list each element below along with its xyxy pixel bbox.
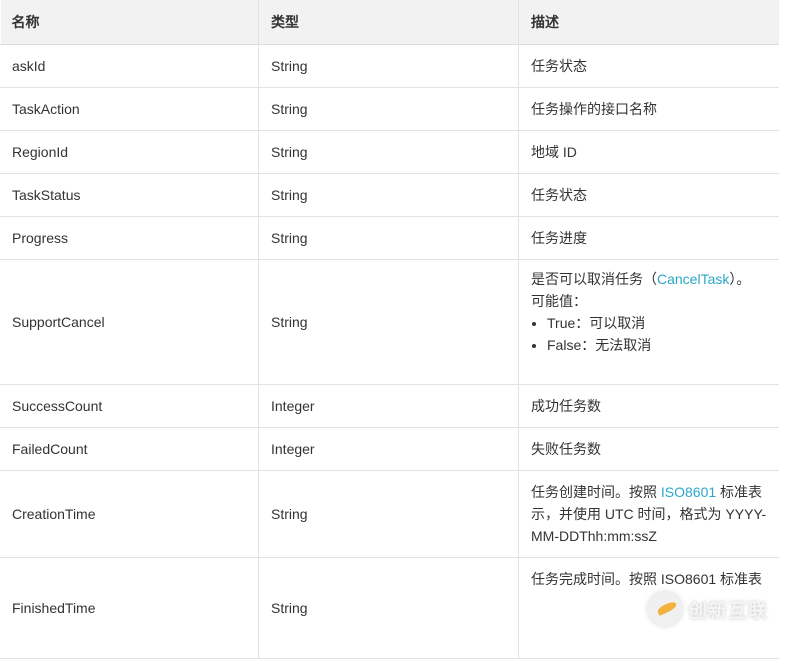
table-row: TaskAction String 任务操作的接口名称: [0, 87, 779, 131]
param-desc: 失败任务数: [518, 427, 779, 471]
param-type: String: [258, 87, 519, 131]
param-desc: 是否可以取消任务（CancelTask）。 可能值： True：可以取消Fals…: [518, 259, 779, 385]
param-type: Integer: [258, 384, 519, 428]
cancel-task-link[interactable]: CancelTask: [657, 271, 729, 287]
param-name: CreationTime: [0, 470, 259, 558]
header-type: 类型: [258, 0, 519, 45]
table-row: FailedCount Integer 失败任务数: [0, 427, 779, 471]
param-name: TaskStatus: [0, 173, 259, 217]
desc-text: ）。: [729, 271, 751, 287]
table-row: CreationTime String 任务创建时间。按照 ISO8601 标准表…: [0, 470, 779, 558]
param-name: Progress: [0, 216, 259, 260]
param-type: String: [258, 130, 519, 174]
logo-icon: [648, 592, 682, 626]
possible-values-list: True：可以取消False：无法取消: [531, 312, 767, 356]
param-type: Integer: [258, 427, 519, 471]
param-type: String: [258, 216, 519, 260]
header-description: 描述: [518, 0, 779, 45]
param-type: String: [258, 173, 519, 217]
param-type: String: [258, 557, 519, 659]
param-name: TaskAction: [0, 87, 259, 131]
table-row: SuccessCount Integer 成功任务数: [0, 384, 779, 428]
watermark-text: 创新互联: [688, 600, 769, 622]
param-type: String: [258, 470, 519, 558]
param-type: String: [258, 44, 519, 88]
iso8601-link[interactable]: ISO8601: [661, 484, 716, 500]
list-item: False：无法取消: [547, 334, 767, 356]
table-row: askId String 任务状态: [0, 44, 779, 88]
table-row: SupportCancel String 是否可以取消任务（CancelTask）…: [0, 259, 779, 385]
param-desc: 任务状态: [518, 44, 779, 88]
desc-text: 是否可以取消任务（: [531, 271, 657, 287]
table-row: RegionId String 地域 ID: [0, 130, 779, 174]
desc-text: 可能值：: [531, 293, 587, 309]
param-desc: 成功任务数: [518, 384, 779, 428]
table-row: Progress String 任务进度: [0, 216, 779, 260]
param-name: SupportCancel: [0, 259, 259, 385]
param-desc: 任务进度: [518, 216, 779, 260]
header-name: 名称: [0, 0, 259, 45]
param-name: RegionId: [0, 130, 259, 174]
param-desc: 任务创建时间。按照 ISO8601 标准表示，并使用 UTC 时间，格式为 YY…: [518, 470, 779, 558]
desc-text: 任务创建时间。按照: [531, 484, 661, 500]
param-name: askId: [0, 44, 259, 88]
list-item: True：可以取消: [547, 312, 767, 334]
param-type: String: [258, 259, 519, 385]
table-header: 名称 类型 描述: [0, 0, 779, 45]
param-name: FinishedTime: [0, 557, 259, 659]
watermark-logo: 创新互联: [648, 592, 768, 626]
param-desc: 地域 ID: [518, 130, 779, 174]
param-desc: 任务状态: [518, 173, 779, 217]
param-name: FailedCount: [0, 427, 259, 471]
response-parameters-table: 名称 类型 描述 askId String 任务状态 TaskAction Strin…: [0, 0, 779, 659]
param-desc: 任务操作的接口名称: [518, 87, 779, 131]
table-row: TaskStatus String 任务状态: [0, 173, 779, 217]
param-name: SuccessCount: [0, 384, 259, 428]
